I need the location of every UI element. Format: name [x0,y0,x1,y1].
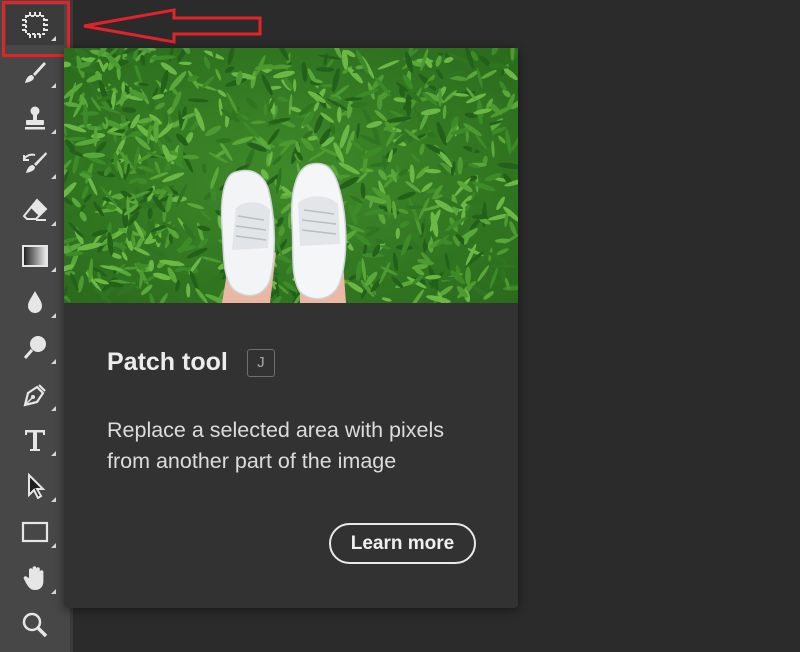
stamp-icon [22,105,48,131]
dodge-icon [22,335,48,361]
tool-tooltip: Patch tool J Replace a selected area wit… [64,48,518,608]
blur-tool-button[interactable] [6,282,64,322]
rectangle-tool-button[interactable] [6,512,64,552]
brush-icon [22,59,48,85]
pointer-arrow-icon [23,473,47,499]
tooltip-body: Patch tool J Replace a selected area wit… [107,348,488,477]
learn-more-button[interactable]: Learn more [329,523,476,564]
tool-group-indicator [51,359,56,364]
tool-group-indicator [51,543,56,548]
brush-tool-button[interactable] [6,52,64,92]
hand-icon [21,564,49,592]
tool-group-indicator [51,406,56,411]
shortcut-key-badge: J [246,348,275,377]
tools-panel [0,0,70,652]
pen-icon [22,382,48,408]
tool-group-indicator [51,313,56,318]
zoom-icon [21,611,49,639]
title-row: Patch tool J [107,348,488,377]
rectangle-icon [21,521,49,543]
tool-group-indicator [51,174,56,179]
tool-group-indicator [51,497,56,502]
clone-stamp-tool-button[interactable] [6,98,64,138]
annotation-arrow-icon [83,8,262,44]
path-selection-tool-button[interactable] [6,466,64,506]
history-brush-icon [22,150,48,176]
eraser-icon [22,197,48,223]
tool-group-indicator [51,129,56,134]
dodge-tool-button[interactable] [6,328,64,368]
tool-title: Patch tool [107,348,228,376]
tool-group-indicator [51,589,56,594]
tool-group-indicator [51,221,56,226]
tool-preview-image [64,48,518,303]
pen-tool-button[interactable] [6,375,64,415]
gradient-icon [21,244,49,268]
type-icon [22,427,48,453]
zoom-tool-button[interactable] [6,605,64,645]
type-tool-button[interactable] [6,420,64,460]
history-brush-tool-button[interactable] [6,143,64,183]
highlight-box [2,1,70,57]
tool-description: Replace a selected area with pixels from… [107,418,445,473]
tool-group-indicator [51,83,56,88]
drop-icon [23,289,47,315]
tool-group-indicator [51,451,56,456]
gradient-tool-button[interactable] [6,236,64,276]
tool-group-indicator [51,267,56,272]
hand-tool-button[interactable] [6,558,64,598]
eraser-tool-button[interactable] [6,190,64,230]
